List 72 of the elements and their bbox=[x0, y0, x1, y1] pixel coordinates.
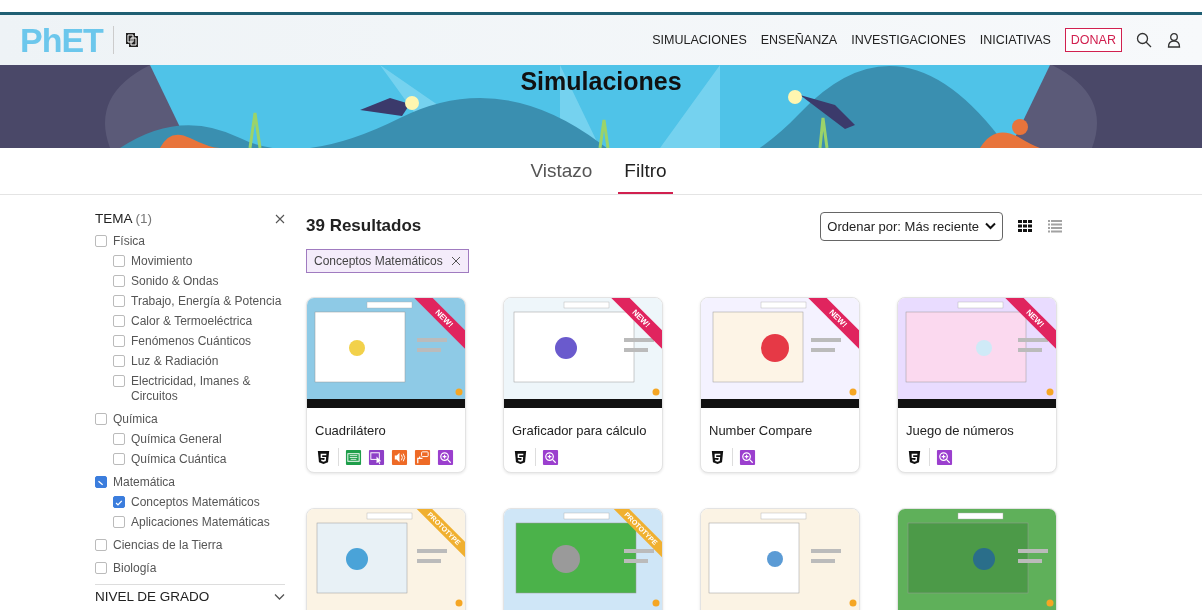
dash-icon bbox=[96, 478, 106, 488]
html5-icon bbox=[315, 448, 332, 466]
speaker-icon bbox=[391, 448, 408, 466]
checkbox[interactable] bbox=[113, 496, 125, 508]
page-title: Simulaciones bbox=[520, 66, 682, 96]
zoom-icon bbox=[739, 448, 756, 466]
filter-label[interactable]: Física bbox=[113, 234, 145, 249]
checkbox[interactable] bbox=[95, 413, 107, 425]
filter-title: TEMA (1) bbox=[95, 211, 153, 226]
filter-label[interactable]: Fenómenos Cuánticos bbox=[131, 334, 252, 349]
donate-button[interactable]: DONAR bbox=[1064, 28, 1122, 52]
card-title[interactable]: Number Compare bbox=[701, 408, 859, 438]
filter-label[interactable]: Biología bbox=[113, 561, 157, 576]
zoom-icon bbox=[936, 448, 953, 466]
checkbox[interactable] bbox=[113, 433, 125, 445]
checkbox[interactable] bbox=[95, 476, 107, 488]
card-title[interactable]: Juego de números bbox=[898, 408, 1056, 438]
sort-dropdown[interactable]: Ordenar por: Más reciente bbox=[820, 211, 1003, 241]
filter-label[interactable]: Sonido & Ondas bbox=[131, 274, 219, 289]
filter-label[interactable]: Ciencias de la Tierra bbox=[113, 538, 223, 553]
tab[interactable]: Vistazo bbox=[524, 159, 599, 194]
checkbox[interactable] bbox=[113, 516, 125, 528]
list-view-icon[interactable] bbox=[1047, 219, 1063, 233]
filter-label[interactable]: Matemática bbox=[113, 475, 176, 490]
filter-label[interactable]: Química Cuántica bbox=[131, 452, 227, 467]
checkbox[interactable] bbox=[113, 375, 125, 387]
html5-icon bbox=[906, 448, 923, 466]
filter-chip[interactable]: Conceptos Matemáticos bbox=[306, 249, 469, 273]
filter-label[interactable]: Luz & Radiación bbox=[131, 354, 219, 369]
filter-label[interactable]: Química General bbox=[131, 432, 222, 447]
filter-label[interactable]: Calor & Termoeléctrica bbox=[131, 314, 253, 329]
zoom-icon bbox=[542, 448, 559, 466]
filter-label[interactable]: Conceptos Matemáticos bbox=[131, 495, 260, 510]
filter-label[interactable]: Electricidad, Imanes & Circuitos bbox=[131, 374, 285, 404]
chevron-icon bbox=[985, 222, 996, 230]
checkbox[interactable] bbox=[95, 562, 107, 574]
card-title[interactable]: Graficador para cálculo bbox=[504, 408, 662, 438]
check-icon bbox=[114, 498, 124, 508]
keyboard-icon bbox=[345, 448, 362, 466]
grid-view-icon[interactable] bbox=[1017, 219, 1033, 233]
nav-link[interactable]: INICIATIVAS bbox=[979, 33, 1051, 47]
checkbox[interactable] bbox=[113, 453, 125, 465]
results-count: 39 Resultados bbox=[306, 216, 422, 236]
filter-label[interactable]: Trabajo, Energía & Potencia bbox=[131, 294, 282, 309]
university-logo-icon[interactable] bbox=[123, 31, 140, 49]
checkbox[interactable] bbox=[95, 235, 107, 247]
checkbox[interactable] bbox=[113, 255, 125, 267]
filter-label[interactable]: Química bbox=[113, 412, 158, 427]
close-icon bbox=[450, 256, 461, 266]
checkbox[interactable] bbox=[113, 275, 125, 287]
checkbox[interactable] bbox=[113, 315, 125, 327]
search-icon[interactable] bbox=[1136, 32, 1152, 48]
user-icon[interactable] bbox=[1166, 32, 1182, 48]
filter-label[interactable]: Movimiento bbox=[131, 254, 193, 269]
zoom-icon bbox=[437, 448, 454, 466]
filter-label[interactable]: Aplicaciones Matemáticas bbox=[131, 515, 270, 530]
checkbox[interactable] bbox=[95, 539, 107, 551]
close-icon[interactable] bbox=[275, 213, 285, 224]
checkbox[interactable] bbox=[113, 295, 125, 307]
html5-icon bbox=[709, 448, 726, 466]
checkbox[interactable] bbox=[113, 335, 125, 347]
speech-icon bbox=[414, 448, 431, 466]
nav-link[interactable]: SIMULACIONES bbox=[652, 33, 747, 47]
checkbox[interactable] bbox=[113, 355, 125, 367]
nav-link[interactable]: INVESTIGACIONES bbox=[851, 33, 966, 47]
card-title[interactable]: Cuadrilátero bbox=[307, 408, 465, 438]
nav-link[interactable]: ENSEÑANZA bbox=[760, 33, 838, 47]
html5-icon bbox=[512, 448, 529, 466]
chevron-icon[interactable] bbox=[274, 592, 285, 601]
tab[interactable]: Filtro bbox=[618, 159, 673, 194]
section-title[interactable]: NIVEL DE GRADO bbox=[95, 589, 210, 604]
pointer-icon bbox=[368, 448, 385, 466]
